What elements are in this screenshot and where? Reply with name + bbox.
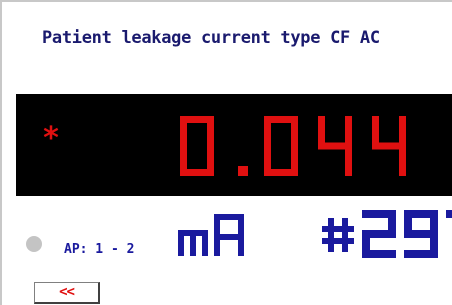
readout-digit-0: [180, 116, 214, 176]
unit-glyphs: [178, 214, 244, 256]
back-button[interactable]: <<: [34, 282, 100, 304]
counter-hash: [322, 218, 354, 252]
counter-digit-9: [404, 210, 438, 258]
readout-digits: [180, 116, 406, 176]
unit-glyph-m: [178, 230, 208, 256]
readout-digit-4: [318, 116, 352, 176]
counter-glyphs: [322, 210, 452, 258]
measurement-readout: [176, 116, 416, 178]
test-counter: [322, 208, 452, 260]
counter-digit-7: [446, 210, 452, 218]
measurement-title: Patient leakage current type CF AC: [42, 28, 380, 48]
unit-glyph-a: [214, 214, 244, 256]
readout-decimal-point: [238, 166, 248, 176]
readout-digit-4: [372, 116, 406, 176]
app-window: Patient leakage current type CF AC * AP:…: [0, 0, 452, 305]
readout-digit-0: [264, 116, 298, 176]
value-display: *: [16, 94, 452, 196]
unit-label: [178, 212, 248, 258]
counter-digit-2: [362, 210, 396, 258]
status-indicator-dot: [26, 236, 42, 252]
applied-part-label: AP: 1 - 2: [64, 242, 135, 257]
asterisk-indicator: *: [42, 121, 61, 156]
back-button-label: <<: [59, 284, 75, 300]
